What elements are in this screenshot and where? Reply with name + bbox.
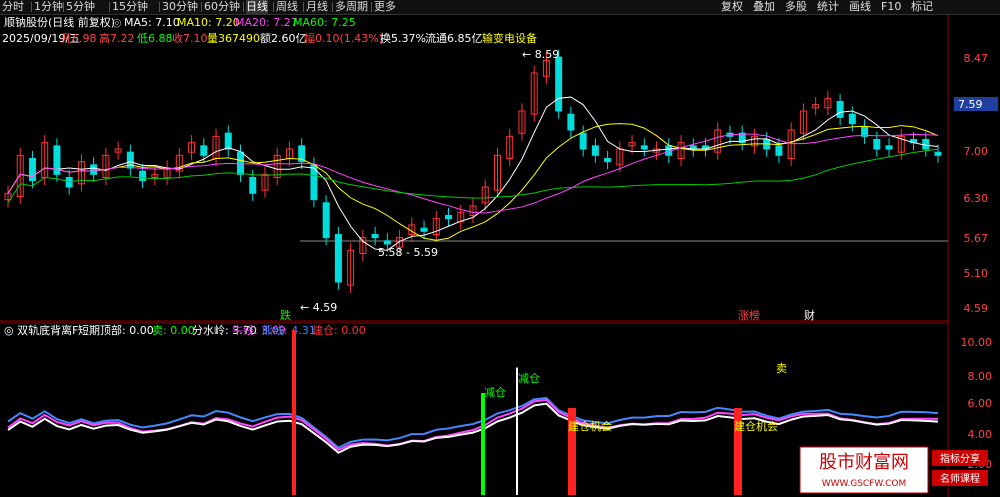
high-annotation: ← 8.59 — [522, 48, 559, 61]
watermark-tag-1: 指标分享 — [940, 452, 980, 465]
info-field-3: 低6.88 — [137, 32, 173, 45]
price-tick-6: 4.59 — [964, 302, 989, 315]
candle-body-48 — [591, 145, 599, 156]
ma60-line — [7, 148, 939, 204]
indicator-tick-1: 8.00 — [968, 370, 993, 383]
candle-body-76 — [934, 151, 942, 156]
watermark-title: 股市财富网 — [819, 452, 909, 473]
indicator-item-5: 建仓: 0.00 — [312, 323, 366, 337]
info-field-10: 输变电设备 — [482, 31, 537, 45]
info-field-5: 量367490 — [207, 32, 260, 45]
current-price-label: 7.59 — [958, 98, 983, 111]
watershed-line — [7, 402, 939, 454]
indicator-tick-0: 10.00 — [961, 336, 993, 349]
info-field-1: 开6.98 — [61, 32, 97, 45]
watermark-url: WWW.GSCFW.COM — [822, 479, 907, 489]
indicator-title: ◎ 双轨底背离F — [4, 323, 78, 337]
candle-body-36 — [445, 215, 453, 220]
indicator-tick-3: 4.00 — [968, 428, 993, 441]
candle-body-31 — [383, 240, 391, 245]
signal-label-2: 建仓机会 — [568, 419, 612, 433]
event-label-1: 涨榜 — [738, 308, 760, 322]
candle-body-63 — [775, 145, 783, 156]
event-label-2: 财 — [804, 308, 815, 322]
candle-body-47 — [579, 132, 587, 150]
candle-body-2 — [28, 158, 36, 182]
low-annotation: ← 4.59 — [300, 301, 337, 314]
candle-body-72 — [885, 145, 893, 150]
candle-body-18 — [224, 132, 232, 150]
candle-body-11 — [139, 170, 147, 182]
candle-body-52 — [640, 145, 648, 150]
signal-label-1: 减仓 — [518, 371, 540, 385]
bear-line — [7, 397, 939, 449]
event-label-0: 跌 — [280, 308, 291, 322]
candle-body-69 — [848, 113, 856, 125]
settings-icon: ◎ — [112, 16, 122, 29]
ma-label-3: MA60: 7.25 — [293, 16, 356, 29]
signal-label-4: 建仓机会 — [734, 419, 778, 433]
candle-body-49 — [604, 158, 612, 163]
price-tick-4: 5.67 — [964, 232, 989, 245]
candle-body-26 — [322, 202, 330, 239]
price-tick-3: 6.30 — [964, 192, 989, 205]
info-field-9: 流通6.85亿 — [425, 31, 483, 45]
info-field-6: 额2.60亿 — [260, 32, 307, 45]
signal-label-3: 卖 — [776, 362, 787, 375]
indicator-item-0: 短期顶部: 0.00 — [78, 323, 154, 337]
candle-body-19 — [237, 151, 244, 175]
candle-body-27 — [334, 234, 342, 283]
ma-label-2: MA20: 7.27 — [235, 16, 298, 29]
stock-chart: 顺钠股份(日线 前复权)◎ MA5: 7.10MA10: 7.20MA20: 7.… — [0, 15, 998, 497]
price-tick-2: 7.00 — [964, 145, 989, 158]
range-annotation: 5.58 - 5.59 — [378, 246, 438, 259]
ma-label-0: MA5: 7.10 — [124, 16, 180, 29]
candle-body-7 — [90, 164, 98, 175]
price-tick-0: 8.47 — [964, 52, 989, 65]
candle-body-45 — [555, 56, 563, 112]
candle-body-71 — [873, 139, 881, 150]
indicator-tick-2: 6.00 — [968, 397, 993, 410]
price-tick-5: 5.10 — [964, 267, 989, 280]
stock-title: 顺钠股份(日线 前复权) — [4, 15, 115, 29]
candle-body-16 — [200, 145, 208, 156]
signal-bar-1 — [292, 330, 296, 495]
indicator-item-1: 卖: 0.00 — [152, 324, 195, 337]
info-field-4: 收7.10 — [172, 31, 208, 45]
ma-label-1: MA10: 7.20 — [177, 16, 240, 29]
signal-label-0: 减仓 — [484, 385, 506, 399]
info-field-8: 换5.37% — [380, 31, 426, 45]
info-field-7: 幅0.10(1.43%) — [304, 32, 383, 45]
indicator-item-4: 熊线: 4.31 — [262, 323, 316, 337]
info-field-2: 高7.22 — [99, 31, 135, 45]
candle-body-20 — [249, 177, 257, 194]
candle-body-34 — [420, 227, 428, 232]
candle-body-46 — [567, 113, 575, 131]
candle-body-30 — [371, 234, 379, 239]
candle-body-68 — [836, 101, 844, 118]
candle-body-5 — [65, 177, 73, 188]
candle-body-75 — [922, 139, 930, 150]
signal-bar-3 — [516, 367, 518, 495]
watermark-tag-2: 名师课程 — [940, 472, 980, 485]
signal-bar-2 — [481, 393, 485, 495]
